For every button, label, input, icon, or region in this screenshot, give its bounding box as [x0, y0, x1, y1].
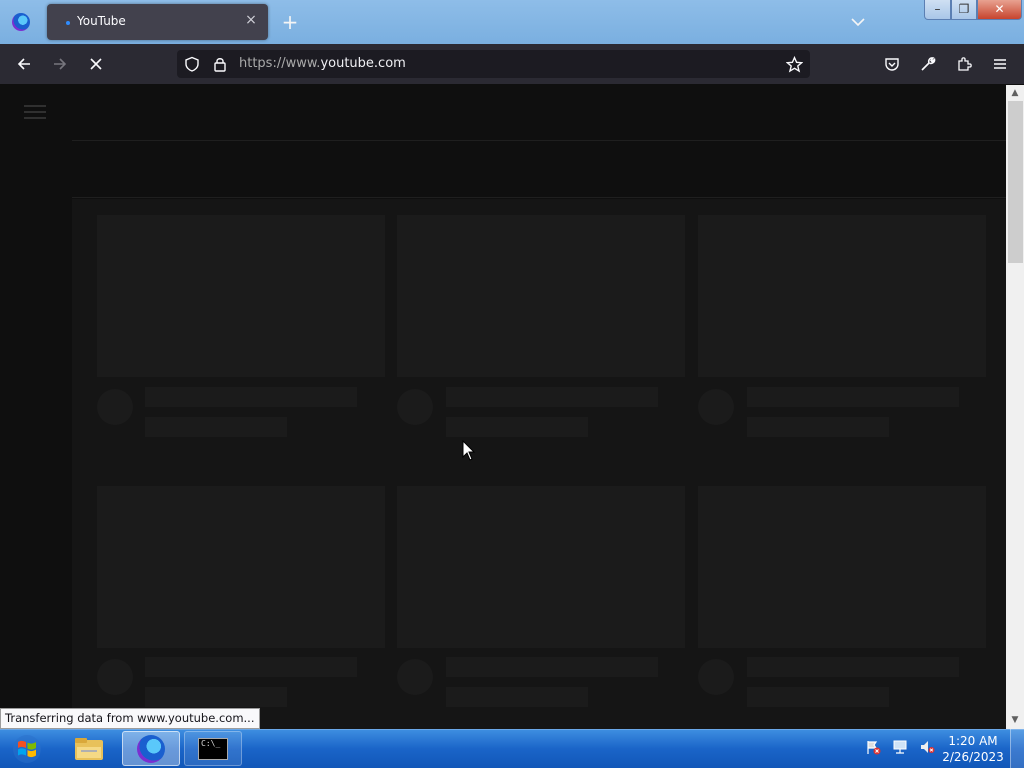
clock-date: 2/26/2023: [942, 750, 1004, 764]
cmd-icon[interactable]: C:\_: [184, 731, 242, 766]
extensions-icon[interactable]: [946, 44, 982, 84]
url-scheme: https://www.: [239, 56, 321, 71]
action-center-flag-icon[interactable]: [865, 739, 881, 759]
back-arrow-icon[interactable]: [6, 44, 42, 84]
title-placeholder: [446, 657, 658, 677]
status-panel: Transferring data from www.youtube.com..…: [0, 708, 260, 729]
firefox-logo-icon: [0, 0, 42, 44]
title-placeholder: [446, 387, 658, 407]
metadata-placeholder: [145, 687, 287, 707]
video-thumbnail-placeholder: [397, 215, 685, 377]
title-placeholder: [145, 657, 357, 677]
file-explorer-icon[interactable]: [60, 731, 118, 766]
guide-sidebar: [0, 85, 72, 729]
close-window-button[interactable]: ✕: [977, 0, 1022, 20]
firefox-taskbar-icon[interactable]: [122, 731, 180, 766]
video-grid-skeleton: [72, 199, 1006, 729]
network-icon[interactable]: [892, 739, 908, 759]
video-thumbnail-placeholder: [97, 486, 385, 648]
video-thumbnail-placeholder: [698, 215, 986, 377]
metadata-placeholder: [145, 417, 287, 437]
show-desktop-button[interactable]: [1010, 729, 1024, 768]
tab-youtube[interactable]: YouTube ×: [47, 4, 268, 40]
url-host: youtube.com: [320, 56, 406, 71]
metadata-placeholder: [747, 687, 889, 707]
channel-avatar-placeholder: [397, 659, 433, 695]
channel-avatar-placeholder: [397, 389, 433, 425]
pocket-icon[interactable]: [874, 44, 910, 84]
title-placeholder: [747, 657, 959, 677]
system-tray: [860, 731, 940, 766]
masthead-skeleton: [72, 85, 1006, 141]
channel-avatar-placeholder: [698, 659, 734, 695]
tab-title: YouTube: [77, 14, 126, 28]
scrollbar-thumb[interactable]: [1008, 101, 1023, 263]
page-content: [0, 85, 1006, 729]
wrench-icon[interactable]: [910, 44, 946, 84]
hamburger-menu-icon[interactable]: [982, 44, 1018, 84]
volume-muted-icon[interactable]: [919, 739, 935, 759]
restore-icon: ❐: [958, 2, 970, 16]
metadata-placeholder: [446, 417, 588, 437]
video-thumbnail-placeholder: [97, 215, 385, 377]
metadata-placeholder: [446, 687, 588, 707]
hamburger-icon[interactable]: [24, 105, 46, 121]
metadata-placeholder: [747, 417, 889, 437]
title-placeholder: [145, 387, 357, 407]
close-tab-icon[interactable]: ×: [243, 12, 259, 28]
list-all-tabs-icon[interactable]: [848, 12, 868, 32]
scroll-down-icon[interactable]: ▼: [1006, 712, 1024, 728]
channel-avatar-placeholder: [97, 389, 133, 425]
title-placeholder: [747, 387, 959, 407]
bookmark-star-icon[interactable]: [785, 55, 804, 74]
minimize-button[interactable]: –: [924, 0, 951, 20]
restore-button[interactable]: ❐: [951, 0, 977, 20]
scroll-up-icon[interactable]: ▲: [1006, 85, 1024, 101]
cmd-label: C:\_: [198, 737, 228, 760]
loading-indicator-icon: [66, 21, 70, 25]
taskbar-clock[interactable]: 1:20 AM 2/26/2023: [940, 733, 1006, 765]
video-thumbnail-placeholder: [698, 486, 986, 648]
forward-arrow-icon[interactable]: [42, 44, 78, 84]
channel-avatar-placeholder: [97, 659, 133, 695]
new-tab-button[interactable]: +: [280, 12, 300, 32]
minimize-icon: –: [934, 2, 941, 16]
stop-loading-icon[interactable]: [78, 44, 114, 84]
url-text[interactable]: https://www.youtube.com: [239, 56, 406, 72]
mouse-cursor-icon: [462, 439, 476, 462]
lock-icon[interactable]: [213, 56, 229, 74]
close-icon: ✕: [994, 2, 1005, 16]
video-thumbnail-placeholder: [397, 486, 685, 648]
clock-time: 1:20 AM: [948, 734, 998, 748]
chip-bar-skeleton: [72, 142, 1006, 198]
windows-start-icon[interactable]: [3, 730, 51, 768]
channel-avatar-placeholder: [698, 389, 734, 425]
shield-icon[interactable]: [184, 56, 202, 74]
